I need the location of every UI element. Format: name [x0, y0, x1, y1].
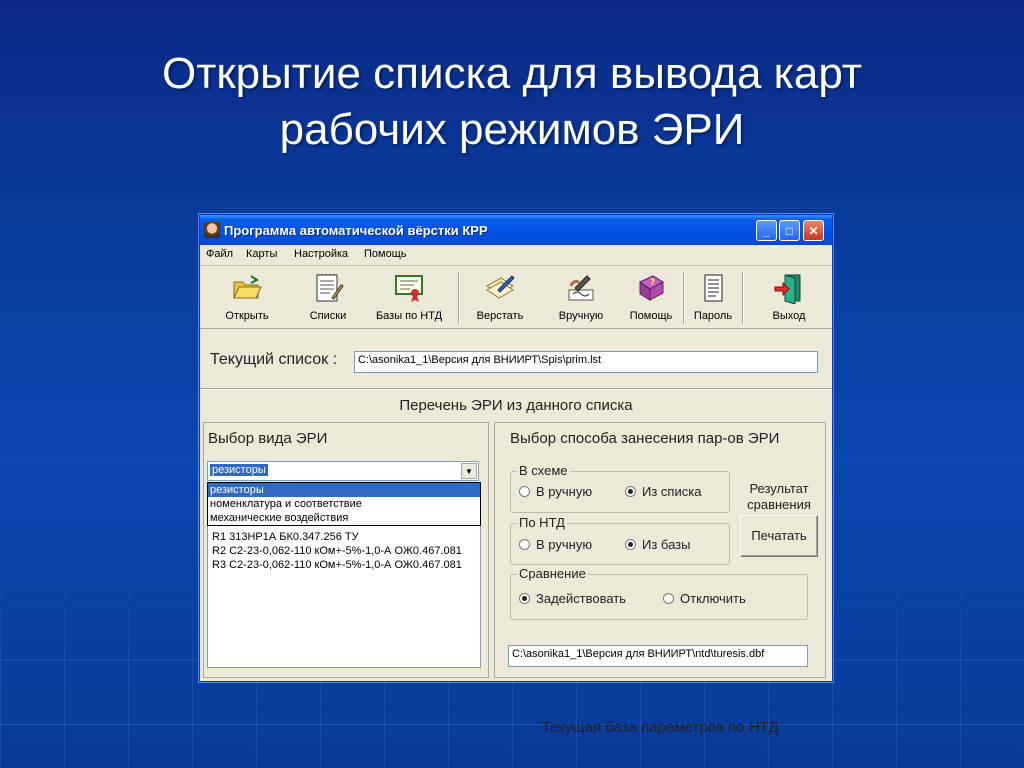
window-title: Программа автоматической вёрстки КРР: [224, 223, 488, 238]
ntd-from-db-radio[interactable]: Из базы: [625, 537, 690, 552]
title-bar[interactable]: Программа автоматической вёрстки КРР _ □…: [200, 215, 832, 245]
menu-cards[interactable]: Карты: [246, 248, 277, 260]
scheme-manual-label: В ручную: [536, 484, 593, 499]
toolbar-open-button[interactable]: Открыть: [212, 268, 282, 326]
folder-open-icon: [233, 275, 262, 299]
toolbar: Открыть Списки Базы по НТД Верстать Вруч…: [200, 266, 832, 329]
ntd-group: По НТД В ручную Из базы: [510, 515, 730, 565]
scheme-group: В схеме В ручную Из списка: [510, 463, 730, 513]
toolbar-lists-label: Списки: [309, 310, 347, 322]
scheme-manual-radio[interactable]: В ручную: [519, 484, 592, 499]
list-item[interactable]: R1 313НР1А БК0.347.256 ТУ: [212, 530, 462, 544]
chevron-down-icon[interactable]: ▼: [461, 463, 477, 479]
result-caption: Результат сравнения: [732, 481, 826, 513]
app-user-icon: [204, 222, 220, 238]
toolbar-ntd-bases-button[interactable]: Базы по НТД: [364, 268, 454, 326]
result-caption-line1: Результат: [749, 481, 809, 496]
list-item[interactable]: R2 С2-23-0,062-110 кОм+-5%-1,0-А ОЖ0.467…: [212, 544, 462, 558]
eri-type-heading: Выбор вида ЭРИ: [208, 430, 328, 447]
menu-settings[interactable]: Настройка: [294, 248, 348, 260]
ntd-group-caption: По НТД: [517, 515, 567, 530]
toolbar-separator: [742, 272, 744, 324]
current-list-field[interactable]: C:\asonika1_1\Версия для ВНИИРТ\Spis\pri…: [354, 351, 818, 373]
main-panel: Текущий список : C:\asonika1_1\Версия дл…: [200, 330, 832, 680]
db-title: Текущая база параметров по НТД: [541, 719, 779, 736]
menu-file[interactable]: Файл: [206, 248, 233, 260]
toolbar-help-button[interactable]: ? Помощь: [620, 268, 682, 326]
toolbar-open-label: Открыть: [225, 310, 269, 322]
current-list-label: Текущий список :: [210, 351, 338, 368]
exit-door-icon: [774, 274, 801, 304]
toolbar-password-label: Пароль: [693, 310, 733, 322]
documents-pen-icon: [486, 275, 515, 299]
toolbar-exit-label: Выход: [772, 310, 806, 322]
ntd-from-db-label: Из базы: [642, 537, 691, 552]
section-title: Перечень ЭРИ из данного списка: [399, 397, 633, 414]
scheme-from-list-radio[interactable]: Из списка: [625, 484, 701, 499]
help-book-icon: ?: [639, 275, 665, 301]
eri-type-combo-value: резисторы: [210, 464, 268, 476]
param-method-heading: Выбор способа занесения пар-ов ЭРИ: [510, 430, 780, 447]
menu-help[interactable]: Помощь: [364, 248, 407, 260]
toolbar-exit-button[interactable]: Выход: [756, 268, 822, 326]
compare-enable-label: Задействовать: [536, 591, 627, 606]
toolbar-separator: [458, 272, 460, 324]
slide-title-line1: Открытие списка для вывода карт: [162, 49, 862, 98]
list-item[interactable]: R3 С2-23-0,062-110 кОм+-5%-1,0-А ОЖ0.467…: [212, 558, 462, 572]
hand-writing-icon: [568, 275, 594, 301]
close-button[interactable]: ✕: [803, 220, 824, 241]
eri-type-combo[interactable]: резисторы ▼: [207, 461, 479, 481]
svg-text:?: ?: [650, 278, 655, 288]
scheme-group-caption: В схеме: [517, 463, 570, 478]
db-path-field[interactable]: C:\asonika1_1\Версия для ВНИИРТ\ntd\ture…: [508, 645, 808, 667]
dropdown-option-resistors[interactable]: резисторы: [208, 483, 480, 497]
menu-bar: Файл Карты Настройка Помощь: [200, 245, 832, 266]
toolbar-password-button[interactable]: Пароль: [686, 268, 740, 326]
result-caption-line2: сравнения: [747, 497, 811, 512]
scheme-from-list-label: Из списка: [642, 484, 702, 499]
compare-group-caption: Сравнение: [517, 566, 588, 581]
page-icon: [704, 274, 723, 302]
toolbar-separator: [683, 272, 685, 324]
compare-disable-radio[interactable]: Отключить: [663, 591, 746, 606]
toolbar-lists-button[interactable]: Списки: [296, 268, 360, 326]
toolbar-ntd-bases-label: Базы по НТД: [375, 310, 443, 322]
toolbar-help-label: Помощь: [629, 310, 673, 322]
compare-group: Сравнение Задействовать Отключить: [510, 566, 808, 620]
dropdown-option-nomenclature[interactable]: номенклатура и соответствие: [208, 497, 480, 511]
dropdown-option-mechanical[interactable]: механические воздействия: [208, 511, 480, 525]
ntd-manual-radio[interactable]: В ручную: [519, 537, 592, 552]
compare-disable-label: Отключить: [680, 591, 746, 606]
minimize-button[interactable]: _: [756, 220, 777, 241]
maximize-button[interactable]: □: [779, 220, 800, 241]
slide-title: Открытие списка для вывода карт рабочих …: [0, 46, 1024, 158]
eri-type-dropdown: резисторы номенклатура и соответствие ме…: [207, 482, 481, 526]
compare-enable-radio[interactable]: Задействовать: [519, 591, 626, 606]
print-button[interactable]: Печатать: [740, 515, 818, 557]
app-window: Программа автоматической вёрстки КРР _ □…: [199, 214, 833, 736]
ntd-manual-label: В ручную: [536, 537, 593, 552]
certificate-icon: [395, 275, 423, 302]
notepad-pencil-icon: [316, 274, 344, 302]
toolbar-layout-label: Верстать: [476, 310, 524, 322]
toolbar-manual-button[interactable]: Вручную: [546, 268, 616, 326]
toolbar-manual-label: Вручную: [558, 310, 604, 322]
divider: [200, 388, 832, 390]
toolbar-layout-button[interactable]: Верстать: [464, 268, 536, 326]
slide-title-line2: рабочих режимов ЭРИ: [279, 105, 745, 154]
